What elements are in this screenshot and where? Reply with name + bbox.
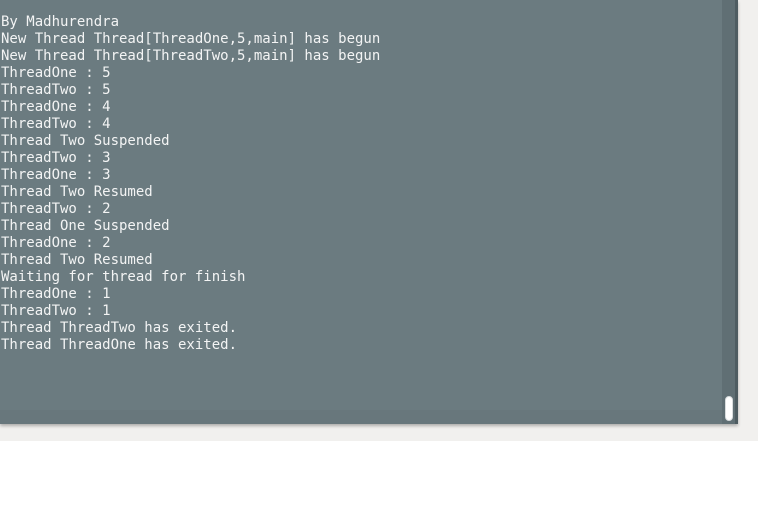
screen: By Madhurendra New Thread Thread[ThreadOn… <box>0 0 758 522</box>
terminal-window: By Madhurendra New Thread Thread[ThreadOn… <box>0 0 738 424</box>
terminal-line: Thread Two Resumed <box>1 184 153 200</box>
terminal-line: ThreadTwo : 2 <box>1 201 111 217</box>
terminal-line: ThreadTwo : 5 <box>1 82 111 98</box>
terminal-line: New Thread Thread[ThreadTwo,5,main] has … <box>1 48 381 64</box>
terminal-line: ThreadOne : 5 <box>1 65 111 81</box>
terminal-line: ThreadOne : 4 <box>1 99 111 115</box>
terminal-line: ThreadOne : 1 <box>1 286 111 302</box>
terminal-line: ThreadTwo : 3 <box>1 150 111 166</box>
terminal-line: Thread Two Suspended <box>1 133 170 149</box>
terminal-line: By Madhurendra <box>1 14 120 30</box>
terminal-line: Thread One Suspended <box>1 218 170 234</box>
terminal-line: ThreadOne : 3 <box>1 167 111 183</box>
terminal-line: Waiting for thread for finish <box>1 269 246 285</box>
terminal-line: Thread ThreadTwo has exited. <box>1 320 238 336</box>
scrollbar-border <box>735 0 738 424</box>
terminal-line: New Thread Thread[ThreadOne,5,main] has … <box>1 31 381 47</box>
terminal-line: ThreadTwo : 4 <box>1 116 111 132</box>
terminal-bottom-padding <box>0 410 722 424</box>
terminal-line: Thread ThreadOne has exited. <box>1 337 238 353</box>
terminal-output[interactable]: By Madhurendra New Thread Thread[ThreadOn… <box>1 14 719 410</box>
terminal-line: ThreadTwo : 1 <box>1 303 111 319</box>
scrollbar-thumb[interactable] <box>725 396 733 421</box>
terminal-line: ThreadOne : 2 <box>1 235 111 251</box>
terminal-line: Thread Two Resumed <box>1 252 153 268</box>
